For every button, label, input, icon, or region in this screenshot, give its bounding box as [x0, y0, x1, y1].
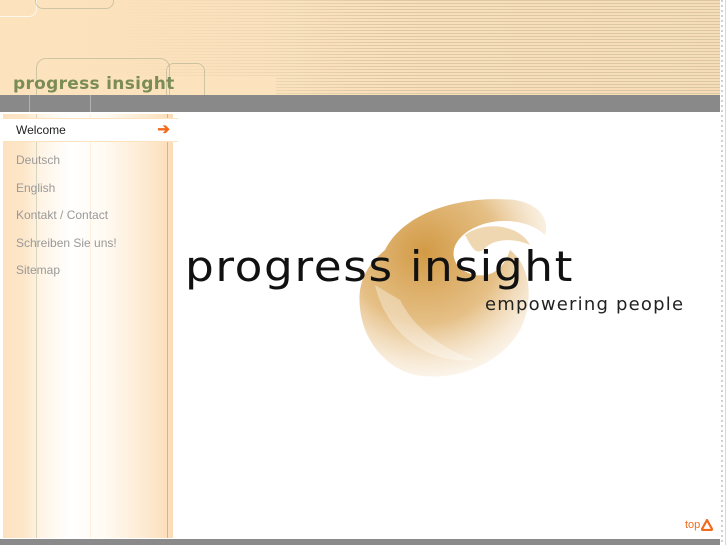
decorative-frame	[35, 0, 114, 9]
nav-item-label: Deutsch	[16, 153, 61, 167]
header-divider-bar	[0, 95, 720, 112]
arrow-right-icon: ➔	[157, 121, 170, 138]
nav-item-label: Welcome	[16, 123, 66, 137]
nav-item-contact[interactable]: Kontakt / Contact	[3, 202, 178, 230]
nav-item-welcome[interactable]: Welcome ➔	[3, 118, 178, 142]
company-logo: progress insight empowering people	[185, 190, 720, 390]
sidebar-nav: Welcome ➔ Deutsch English Kontakt / Cont…	[3, 118, 178, 285]
nav-item-label: English	[16, 180, 56, 195]
divider-line	[29, 95, 30, 112]
nav-item-deutsch[interactable]: Deutsch	[3, 147, 178, 175]
back-to-top-link[interactable]: top	[685, 519, 714, 531]
footer-bar	[0, 539, 720, 545]
top-link-label: top	[685, 519, 701, 531]
sidebar: Welcome ➔ Deutsch English Kontakt / Cont…	[3, 114, 178, 538]
arrow-up-icon	[701, 519, 714, 531]
nav-item-write-us[interactable]: Schreiben Sie uns!	[3, 230, 178, 258]
decorative-frame	[0, 0, 37, 17]
nav-item-label: Sitemap	[16, 263, 61, 277]
logo-tagline: empowering people	[485, 294, 685, 315]
site-brand: progress insight	[13, 74, 175, 94]
nav-item-label: Schreiben Sie uns!	[16, 235, 117, 250]
divider-line	[90, 95, 91, 112]
dotted-border	[721, 0, 723, 545]
logo-title: progress insight	[185, 242, 575, 291]
nav-item-label: Kontakt / Contact	[16, 208, 109, 222]
nav-item-sitemap[interactable]: Sitemap	[3, 257, 178, 285]
page-right-edge	[720, 0, 727, 545]
header-banner: progress insight	[0, 0, 720, 95]
edge-line	[725, 0, 726, 545]
nav-item-english[interactable]: English	[3, 175, 178, 203]
